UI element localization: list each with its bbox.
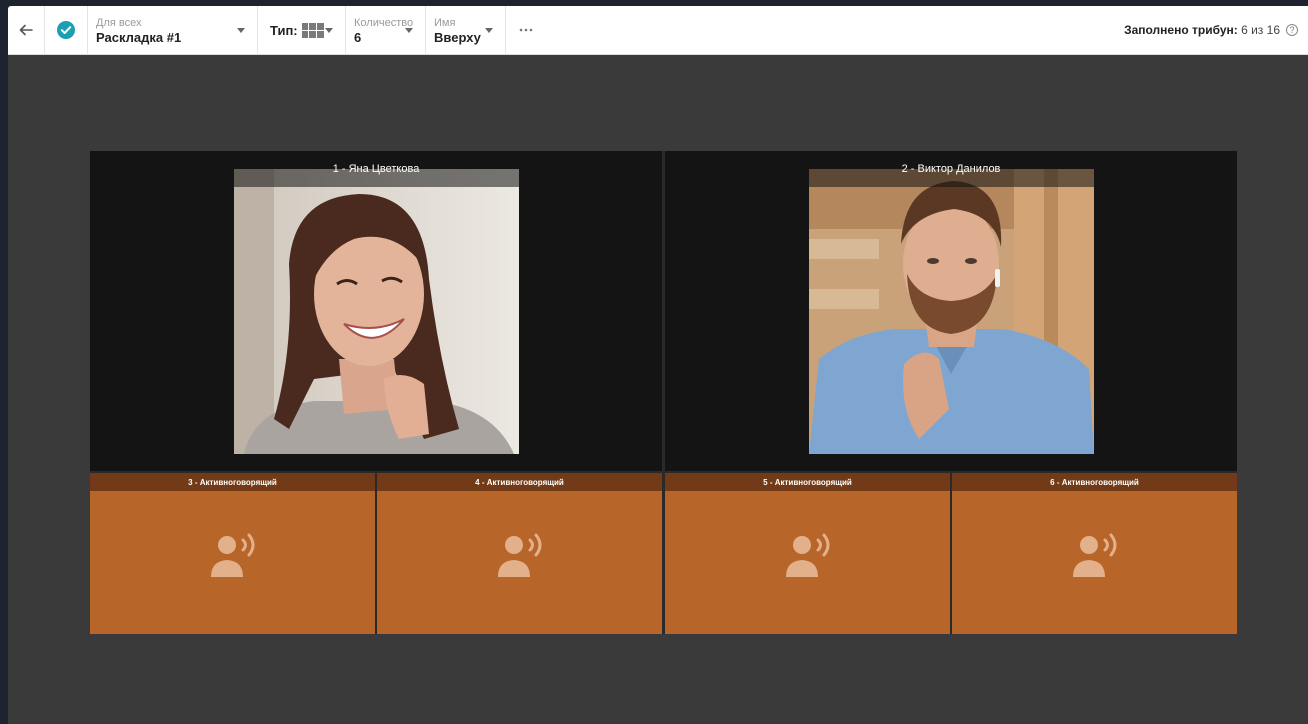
fill-status-label: Заполнено трибун: bbox=[1124, 23, 1238, 37]
arrow-left-icon bbox=[19, 24, 33, 36]
layout-stage: 1 - Яна Цветкова 2 - Виктор Данилов 3 - … bbox=[90, 151, 1237, 634]
active-speaker-icon bbox=[497, 533, 541, 577]
name-position-dropdown[interactable]: Имя Вверху bbox=[426, 6, 506, 55]
toolbar: Для всех Раскладка #1 Тип: Количество 6 … bbox=[8, 6, 1308, 55]
name-position-dropdown-value: Вверху bbox=[434, 29, 481, 45]
grid-layout-icon bbox=[301, 22, 324, 38]
tile-title: 2 - Виктор Данилов bbox=[665, 151, 1237, 187]
help-icon[interactable]: ? bbox=[1286, 24, 1298, 36]
participant-video-2 bbox=[809, 169, 1094, 454]
chevron-down-icon bbox=[485, 27, 493, 33]
type-dropdown[interactable]: Тип: bbox=[258, 6, 346, 55]
tribune-tile-2[interactable]: 2 - Виктор Данилов bbox=[665, 151, 1237, 471]
count-dropdown[interactable]: Количество 6 bbox=[346, 6, 426, 55]
tile-title: 3 - Активноговорящий bbox=[90, 473, 375, 491]
man-portrait-image bbox=[809, 169, 1094, 454]
apply-button[interactable] bbox=[45, 6, 88, 55]
chevron-down-icon bbox=[237, 27, 245, 33]
conference-layout-editor: Для всех Раскладка #1 Тип: Количество 6 … bbox=[8, 6, 1308, 724]
tile-title: 5 - Активноговорящий bbox=[665, 473, 950, 491]
active-speaker-icon bbox=[1072, 533, 1116, 577]
layout-dropdown-label: Для всех bbox=[96, 16, 142, 29]
speaker-tile-6[interactable]: 6 - Активноговорящий bbox=[952, 473, 1237, 634]
woman-portrait-image bbox=[234, 169, 519, 454]
tile-title: 6 - Активноговорящий bbox=[952, 473, 1237, 491]
tile-title: 4 - Активноговорящий bbox=[377, 473, 662, 491]
speaker-tile-5[interactable]: 5 - Активноговорящий bbox=[665, 473, 950, 634]
active-speaker-icon bbox=[785, 533, 829, 577]
name-position-dropdown-label: Имя bbox=[434, 16, 456, 29]
chevron-down-icon bbox=[405, 27, 413, 33]
tribune-tile-1[interactable]: 1 - Яна Цветкова bbox=[90, 151, 662, 471]
participant-video-1 bbox=[234, 169, 519, 454]
more-horizontal-icon bbox=[519, 28, 533, 32]
speaker-tile-4[interactable]: 4 - Активноговорящий bbox=[377, 473, 662, 634]
chevron-down-icon bbox=[325, 27, 333, 33]
layout-dropdown-value: Раскладка #1 bbox=[96, 29, 182, 45]
type-dropdown-label: Тип: bbox=[270, 22, 298, 38]
more-button[interactable] bbox=[506, 6, 546, 55]
fill-status: Заполнено трибун: 6 из 16 ? bbox=[1124, 23, 1308, 37]
speaker-tile-3[interactable]: 3 - Активноговорящий bbox=[90, 473, 375, 634]
fill-status-value: 6 из 16 bbox=[1241, 23, 1280, 37]
layout-dropdown[interactable]: Для всех Раскладка #1 bbox=[88, 6, 258, 55]
active-speaker-icon bbox=[210, 533, 254, 577]
check-circle-icon bbox=[57, 21, 75, 39]
back-button[interactable] bbox=[8, 6, 45, 55]
tile-title: 1 - Яна Цветкова bbox=[90, 151, 662, 187]
